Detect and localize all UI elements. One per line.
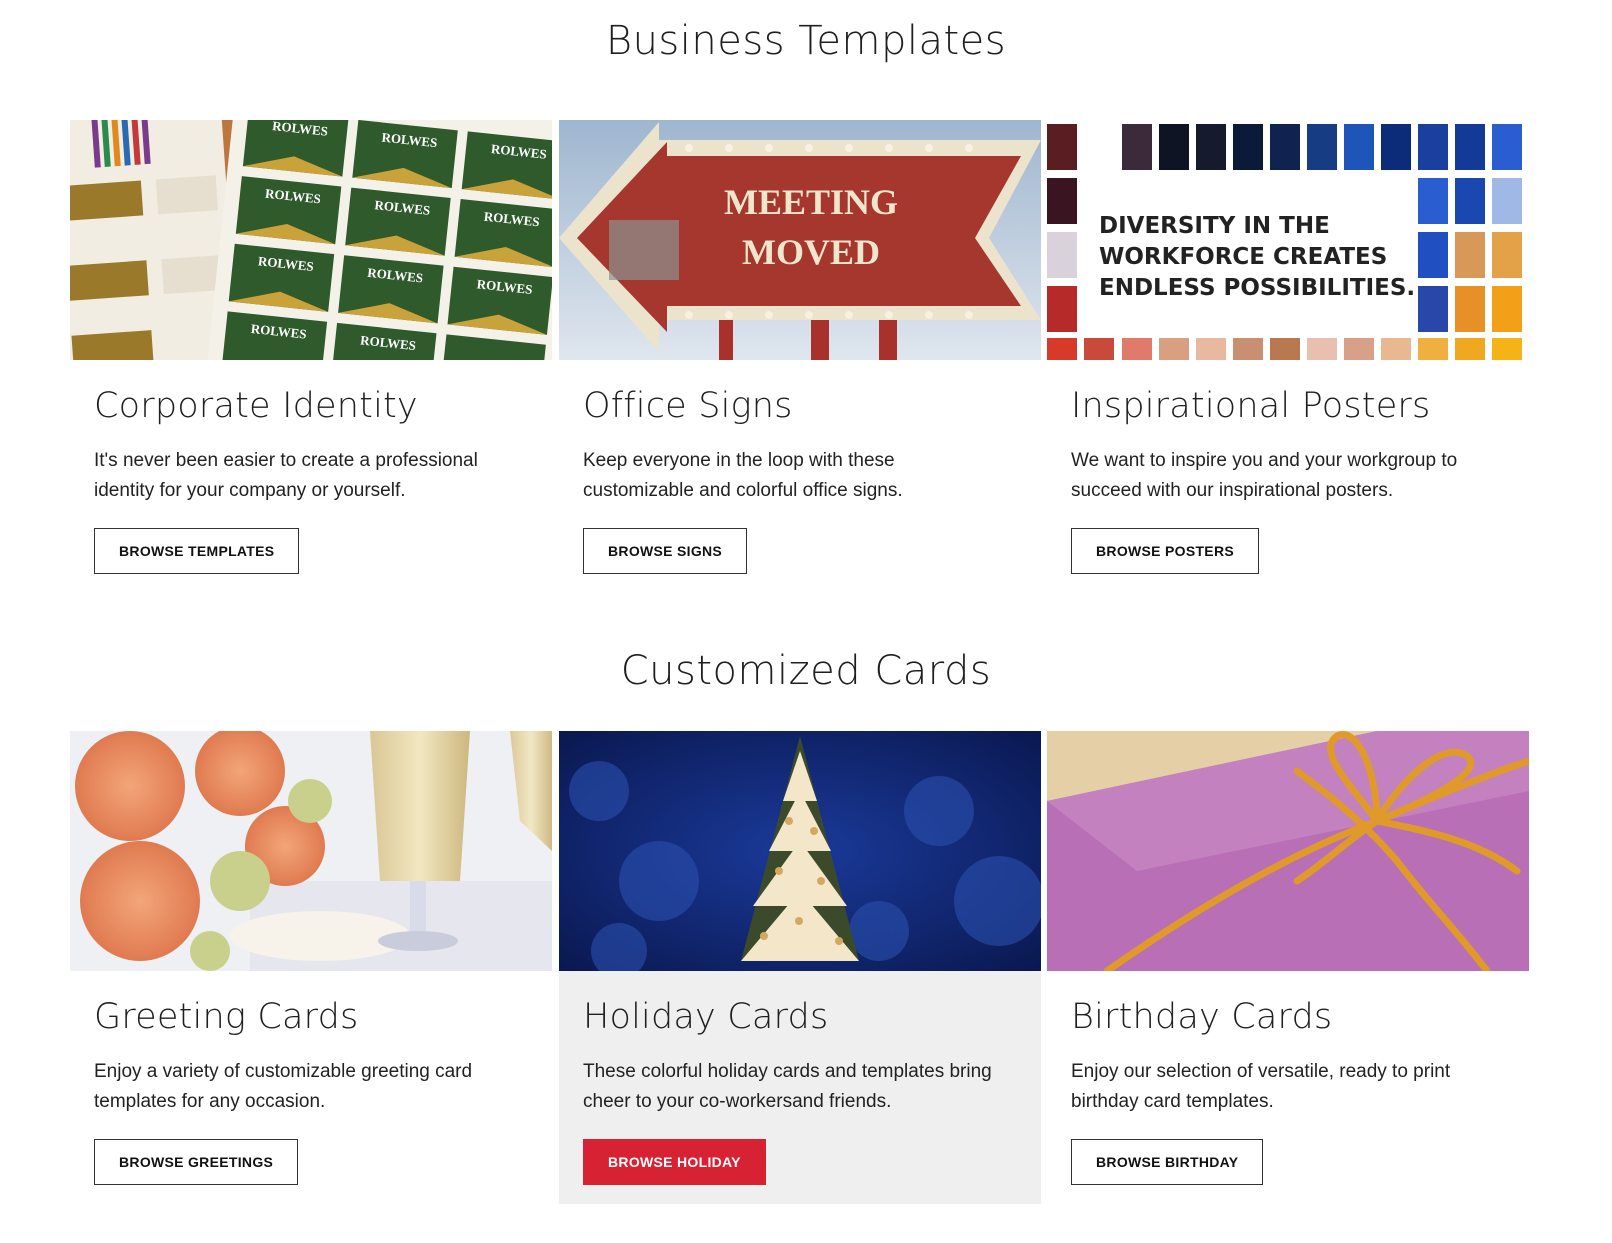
browse-posters-button[interactable]: BROWSE POSTERS bbox=[1071, 528, 1259, 574]
browse-greetings-button[interactable]: BROWSE GREETINGS bbox=[94, 1139, 299, 1185]
card-corporate-identity: ROLWES ROLWES ROLWES ROLWES ROLWES ROLWE… bbox=[70, 120, 552, 574]
section-title-business-templates: Business Templates bbox=[605, 18, 1007, 64]
card-description: Enjoy our selection of versatile, ready … bbox=[1071, 1061, 1451, 1112]
diversity-poster-illustration: DIVERSITY IN THE WORKFORCE CREATES ENDLE… bbox=[1047, 120, 1529, 360]
gift-box-illustration bbox=[1047, 731, 1529, 971]
birthday-cards-image[interactable] bbox=[1047, 731, 1529, 971]
snowy-tree-illustration bbox=[559, 731, 1041, 971]
card-description: Keep everyone in the loop with these cus… bbox=[583, 450, 903, 501]
office-signs-image[interactable]: MEETING MOVED bbox=[559, 120, 1041, 360]
greeting-cards-image[interactable] bbox=[70, 731, 552, 971]
card-holiday-cards: Holiday Cards These colorful holiday car… bbox=[559, 731, 1041, 1204]
inspirational-posters-image[interactable]: DIVERSITY IN THE WORKFORCE CREATES ENDLE… bbox=[1047, 120, 1529, 360]
browse-birthday-button[interactable]: BROWSE BIRTHDAY bbox=[1071, 1139, 1264, 1185]
holiday-cards-image[interactable] bbox=[559, 731, 1041, 971]
card-description: Enjoy a variety of customizable greeting… bbox=[94, 1061, 473, 1112]
card-heading[interactable]: Birthday Cards bbox=[1071, 997, 1529, 1037]
browse-signs-button[interactable]: BROWSE SIGNS bbox=[583, 528, 748, 574]
card-office-signs: MEETING MOVED Office Signs Keep everyone… bbox=[559, 120, 1041, 574]
svg-text:MEETING: MEETING bbox=[724, 182, 898, 222]
card-description: It's never been easier to create a profe… bbox=[94, 450, 478, 501]
card-description: We want to inspire you and your workgrou… bbox=[1071, 450, 1458, 501]
card-inspirational-posters: DIVERSITY IN THE WORKFORCE CREATES ENDLE… bbox=[1047, 120, 1529, 574]
svg-text:MOVED: MOVED bbox=[742, 232, 880, 272]
card-heading[interactable]: Office Signs bbox=[583, 386, 1041, 426]
meeting-moved-sign-illustration: MEETING MOVED bbox=[559, 120, 1041, 360]
card-heading[interactable]: Greeting Cards bbox=[94, 997, 552, 1037]
business-cards-illustration: ROLWES ROLWES ROLWES ROLWES ROLWES ROLWE… bbox=[70, 120, 552, 360]
svg-text:DIVERSITY IN THE: DIVERSITY IN THE bbox=[1099, 213, 1330, 239]
card-greeting-cards: Greeting Cards Enjoy a variety of custom… bbox=[70, 731, 552, 1185]
browse-holiday-button[interactable]: BROWSE HOLIDAY bbox=[583, 1139, 766, 1185]
roses-champagne-illustration bbox=[70, 731, 552, 971]
section-title-customized-cards: Customized Cards bbox=[620, 648, 992, 694]
card-birthday-cards: Birthday Cards Enjoy our selection of ve… bbox=[1047, 731, 1529, 1185]
browse-templates-button[interactable]: BROWSE TEMPLATES bbox=[94, 528, 300, 574]
svg-text:WORKFORCE CREATES: WORKFORCE CREATES bbox=[1099, 244, 1387, 270]
card-heading[interactable]: Corporate Identity bbox=[94, 386, 552, 426]
corporate-identity-image[interactable]: ROLWES ROLWES ROLWES ROLWES ROLWES ROLWE… bbox=[70, 120, 552, 360]
card-heading[interactable]: Inspirational Posters bbox=[1071, 386, 1529, 426]
svg-text:ENDLESS POSSIBILITIES.: ENDLESS POSSIBILITIES. bbox=[1099, 275, 1415, 301]
card-heading[interactable]: Holiday Cards bbox=[583, 997, 1041, 1037]
card-description: These colorful holiday cards and templat… bbox=[583, 1061, 992, 1112]
